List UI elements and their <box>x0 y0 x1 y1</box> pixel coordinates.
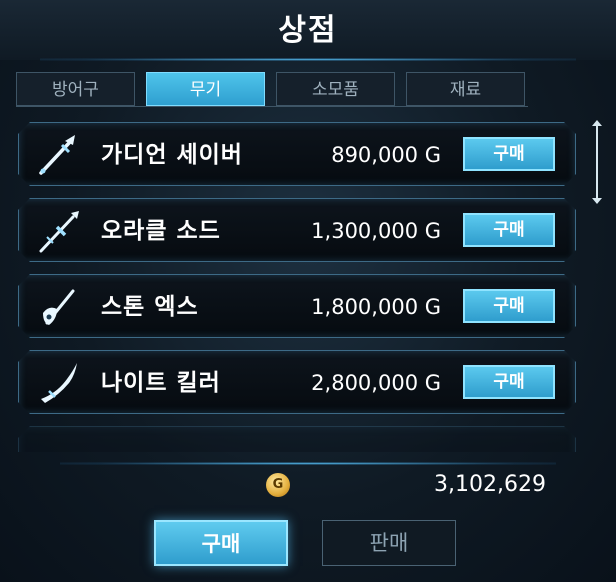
tab-weapon[interactable]: 무기 <box>146 72 265 106</box>
buy-button[interactable]: 구매 <box>463 137 555 171</box>
list-item: 스톤 엑스 1,800,000 G 구매 <box>18 274 576 338</box>
tab-armor[interactable]: 방어구 <box>16 72 135 106</box>
item-name: 나이트 킬러 <box>101 370 221 396</box>
scroll-down-icon <box>592 198 602 204</box>
sell-mode-button[interactable]: 판매 <box>322 520 456 566</box>
item-list[interactable]: 가디언 세이버 890,000 G 구매 오라클 소드 1,300,000 G … <box>18 122 578 452</box>
scrollbar[interactable] <box>596 124 598 202</box>
gold-balance: G 3,102,629 <box>0 468 616 504</box>
item-name: 스톤 엑스 <box>101 294 199 320</box>
axe-icon <box>35 283 83 331</box>
buy-button[interactable]: 구매 <box>463 289 555 323</box>
list-item <box>18 426 576 452</box>
buy-button[interactable]: 구매 <box>463 213 555 247</box>
blade-icon <box>35 359 83 407</box>
item-name: 가디언 세이버 <box>101 142 243 168</box>
list-item: 오라클 소드 1,300,000 G 구매 <box>18 198 576 262</box>
footer-divider <box>60 462 556 465</box>
buy-mode-button[interactable]: 구매 <box>154 520 288 566</box>
gold-coin-icon: G <box>266 473 290 497</box>
item-name: 오라클 소드 <box>101 218 221 244</box>
tab-materials[interactable]: 재료 <box>406 72 525 106</box>
item-price: 1,300,000 G <box>311 219 441 243</box>
tab-consumables[interactable]: 소모품 <box>276 72 395 106</box>
item-price: 2,800,000 G <box>311 371 441 395</box>
item-price: 1,800,000 G <box>311 295 441 319</box>
sword-icon <box>35 207 83 255</box>
shop-title: 상점 <box>0 0 616 60</box>
category-tabs: 방어구 무기 소모품 재료 <box>16 72 536 108</box>
gold-amount: 3,102,629 <box>434 472 546 497</box>
title-divider <box>40 58 576 61</box>
tab-underline <box>16 106 528 107</box>
item-price: 890,000 G <box>331 143 441 167</box>
saber-icon <box>35 131 83 179</box>
list-item: 나이트 킬러 2,800,000 G 구매 <box>18 350 576 414</box>
buy-button[interactable]: 구매 <box>463 365 555 399</box>
list-item: 가디언 세이버 890,000 G 구매 <box>18 122 576 186</box>
